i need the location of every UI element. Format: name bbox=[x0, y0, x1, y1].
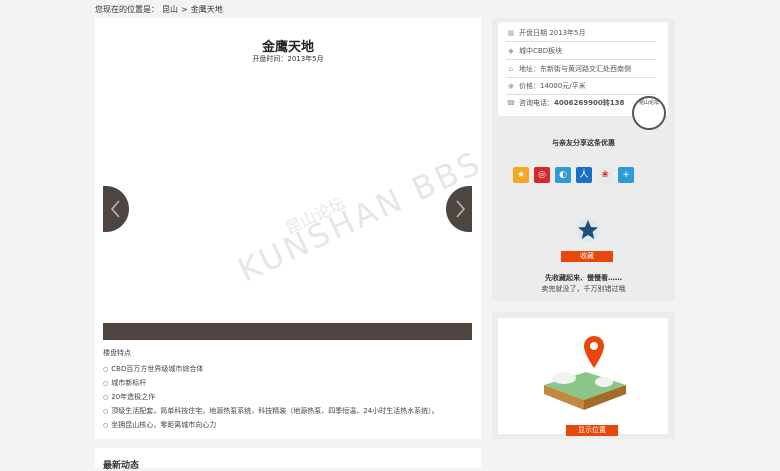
phone-icon: ☎ bbox=[506, 99, 516, 107]
breadcrumb-separator: > bbox=[181, 5, 188, 14]
project-title: 金鹰天地 bbox=[261, 40, 314, 55]
breadcrumb: 您现在的位置是： 昆山 > 金鹰天地 bbox=[95, 4, 226, 15]
features-heading: 楼盘特点 bbox=[103, 349, 131, 357]
calendar-icon: ▦ bbox=[507, 29, 515, 37]
chevron-left-icon bbox=[111, 200, 120, 218]
favorite-button[interactable]: 收藏 bbox=[561, 251, 613, 262]
info-district: ◆ 城中CBD板块 bbox=[506, 44, 656, 60]
kunshan-bbs-stamp: 昆山论坛 bbox=[632, 96, 666, 130]
feature-item: 城市新标杆 bbox=[103, 376, 439, 390]
map-pin-illustration bbox=[544, 336, 626, 410]
feature-item: 顶级生活配套，简单科技住宅，地源热泵系统，科技精装（地源热泵、四季恒温、24小时… bbox=[103, 404, 438, 418]
tencent-weibo-icon[interactable]: ◐ bbox=[555, 167, 571, 183]
feature-item: 20年造极之作 bbox=[103, 390, 439, 404]
news-panel: 最新动态 bbox=[95, 448, 481, 471]
share-icons: ★ ◎ ◐ 人 ❀ + bbox=[513, 162, 639, 183]
favorite-subtext: 卖完就没了，千万别错过哦 bbox=[541, 285, 626, 293]
show-location-button[interactable]: 显示位置 bbox=[566, 425, 618, 436]
project-info-sidebar: ▦ 开盘日期 2013年5月 ◆ 城中CBD板块 ⌂ 地址：东新街与黄河路交汇处西南侧… bbox=[492, 18, 675, 301]
weibo-icon[interactable]: ◎ bbox=[534, 167, 550, 183]
tag-icon: ◆ bbox=[508, 47, 514, 55]
phone-number: 4006269900转138 bbox=[554, 99, 625, 107]
info-address: ⌂ 地址：东新街与黄河路交汇处西南侧 bbox=[506, 62, 656, 78]
info-price: ◉ 价格：14000元/平米 bbox=[506, 79, 656, 95]
project-features: 楼盘特点 CBD百万方世界级城市综合体 城市新标杆 20年造极之作 顶级生活配套… bbox=[103, 348, 439, 432]
feature-item: CBD百万方世界级城市综合体 bbox=[103, 362, 439, 376]
kaixin-icon[interactable]: ❀ bbox=[597, 167, 613, 183]
map-panel: 显示位置 bbox=[492, 312, 675, 439]
breadcrumb-prefix: 您现在的位置是： bbox=[95, 5, 159, 14]
breadcrumb-city-link[interactable]: 昆山 bbox=[162, 5, 178, 14]
qzone-icon[interactable]: ★ bbox=[513, 167, 529, 183]
news-title: 最新动态 bbox=[103, 461, 140, 471]
share-title: 与亲友分享这条优惠 bbox=[552, 139, 615, 147]
more-share-icon[interactable]: + bbox=[618, 167, 634, 183]
project-open-date: 开盘时间：2013年5月 bbox=[252, 55, 324, 63]
map-card: 显示位置 bbox=[498, 318, 668, 436]
home-icon: ⌂ bbox=[508, 65, 514, 73]
renren-icon[interactable]: 人 bbox=[576, 167, 592, 183]
slideshow-caption-bar bbox=[103, 323, 472, 340]
price-icon: ◉ bbox=[507, 82, 515, 90]
favorite-tagline: 先收藏起来、慢慢看…… bbox=[545, 274, 622, 282]
breadcrumb-current: 金鹰天地 bbox=[190, 5, 223, 14]
prev-slide-button[interactable] bbox=[103, 186, 129, 232]
feature-item: 坐拥昆山核心，零距离城市向心力 bbox=[103, 418, 439, 432]
star-favorite-icon bbox=[576, 218, 600, 242]
project-main-panel: 金鹰天地 开盘时间：2013年5月 昆山论坛 KUNSHAN BBS 楼盘特点 … bbox=[95, 18, 488, 439]
info-open-date: ▦ 开盘日期 2013年5月 bbox=[506, 26, 656, 42]
